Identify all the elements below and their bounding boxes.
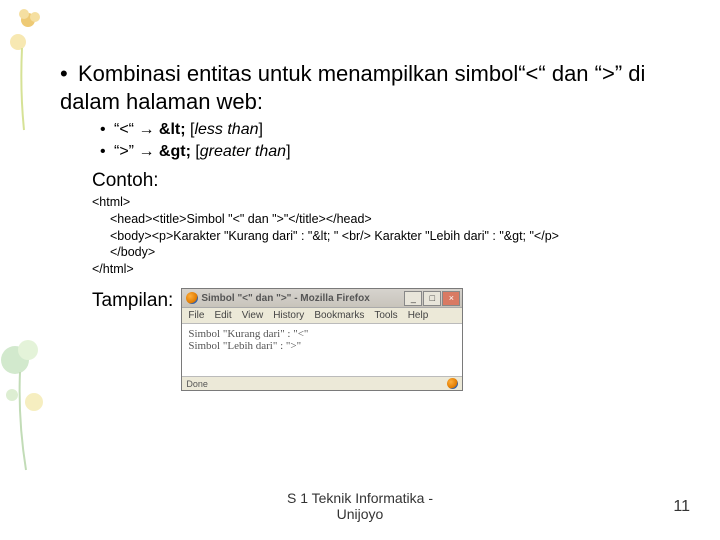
sub-bullet-list: •“<“ → &lt; [less than] •“>” → &gt; [gre… [100,119,700,164]
menu-file[interactable]: File [188,310,204,321]
menu-view[interactable]: View [242,310,264,321]
footer-text: S 1 Teknik Informatika - Unijoyo [287,490,433,522]
entity-meaning: greater than [200,143,286,160]
quote-text: “<“ [114,121,134,138]
close-button[interactable]: × [442,291,460,306]
firefox-window: Simbol "<" dan ">" - Mozilla Firefox _ □… [181,288,463,391]
entity-code: &lt; [159,121,186,138]
menu-bookmarks[interactable]: Bookmarks [314,310,364,321]
arrow-icon: → [138,121,154,138]
window-title: Simbol "<" dan ">" - Mozilla Firefox [201,293,369,304]
window-titlebar: Simbol "<" dan ">" - Mozilla Firefox _ □… [182,289,462,308]
menu-bar: File Edit View History Bookmarks Tools H… [182,308,462,324]
slide-footer: S 1 Teknik Informatika - Unijoyo [0,490,720,522]
bullet-dot-icon: • [60,60,78,88]
window-buttons: _ □ × [404,291,460,306]
status-bar: Done [182,377,462,390]
menu-edit[interactable]: Edit [214,310,231,321]
bullet-dot-icon: • [100,141,114,163]
code-line: </html> [92,262,134,276]
entity-meaning: less than [194,121,258,138]
sub-bullet-gt: •“>” → &gt; [greater than] [100,141,700,163]
menu-history[interactable]: History [273,310,304,321]
slide-content: •Kombinasi entitas untuk menampilkan sim… [60,60,700,391]
rendered-line-2: Simbol "Lebih dari" : ">" [188,340,456,352]
main-bullet: •Kombinasi entitas untuk menampilkan sim… [60,60,700,115]
maximize-button[interactable]: □ [423,291,441,306]
entity-code: &gt; [159,143,191,160]
browser-viewport: Simbol "Kurang dari" : "<" Simbol "Lebih… [182,324,462,377]
firefox-icon [186,292,198,304]
menu-help[interactable]: Help [408,310,429,321]
code-line: <head><title>Simbol "<" dan ">"</title><… [92,211,700,228]
tampilan-label: Tampilan: [92,288,173,312]
minimize-button[interactable]: _ [404,291,422,306]
quote-text: “>” [114,143,134,160]
status-text: Done [186,379,208,389]
code-line: <body><p>Karakter "Kurang dari" : "&lt; … [92,228,700,245]
contoh-label: Contoh: [92,170,700,192]
menu-tools[interactable]: Tools [374,310,397,321]
firefox-icon [447,378,458,389]
arrow-icon: → [138,143,154,160]
code-example: <html> <head><title>Simbol "<" dan ">"</… [92,194,700,278]
tampilan-row: Tampilan: Simbol "<" dan ">" - Mozilla F… [92,288,700,391]
bullet-dot-icon: • [100,119,114,141]
main-bullet-text: Kombinasi entitas untuk menampilkan simb… [60,61,645,114]
rendered-line-1: Simbol "Kurang dari" : "<" [188,328,456,340]
sub-bullet-lt: •“<“ → &lt; [less than] [100,119,700,141]
page-number: 11 [673,498,690,516]
code-line: </body> [92,244,700,261]
code-line: <html> [92,195,130,209]
